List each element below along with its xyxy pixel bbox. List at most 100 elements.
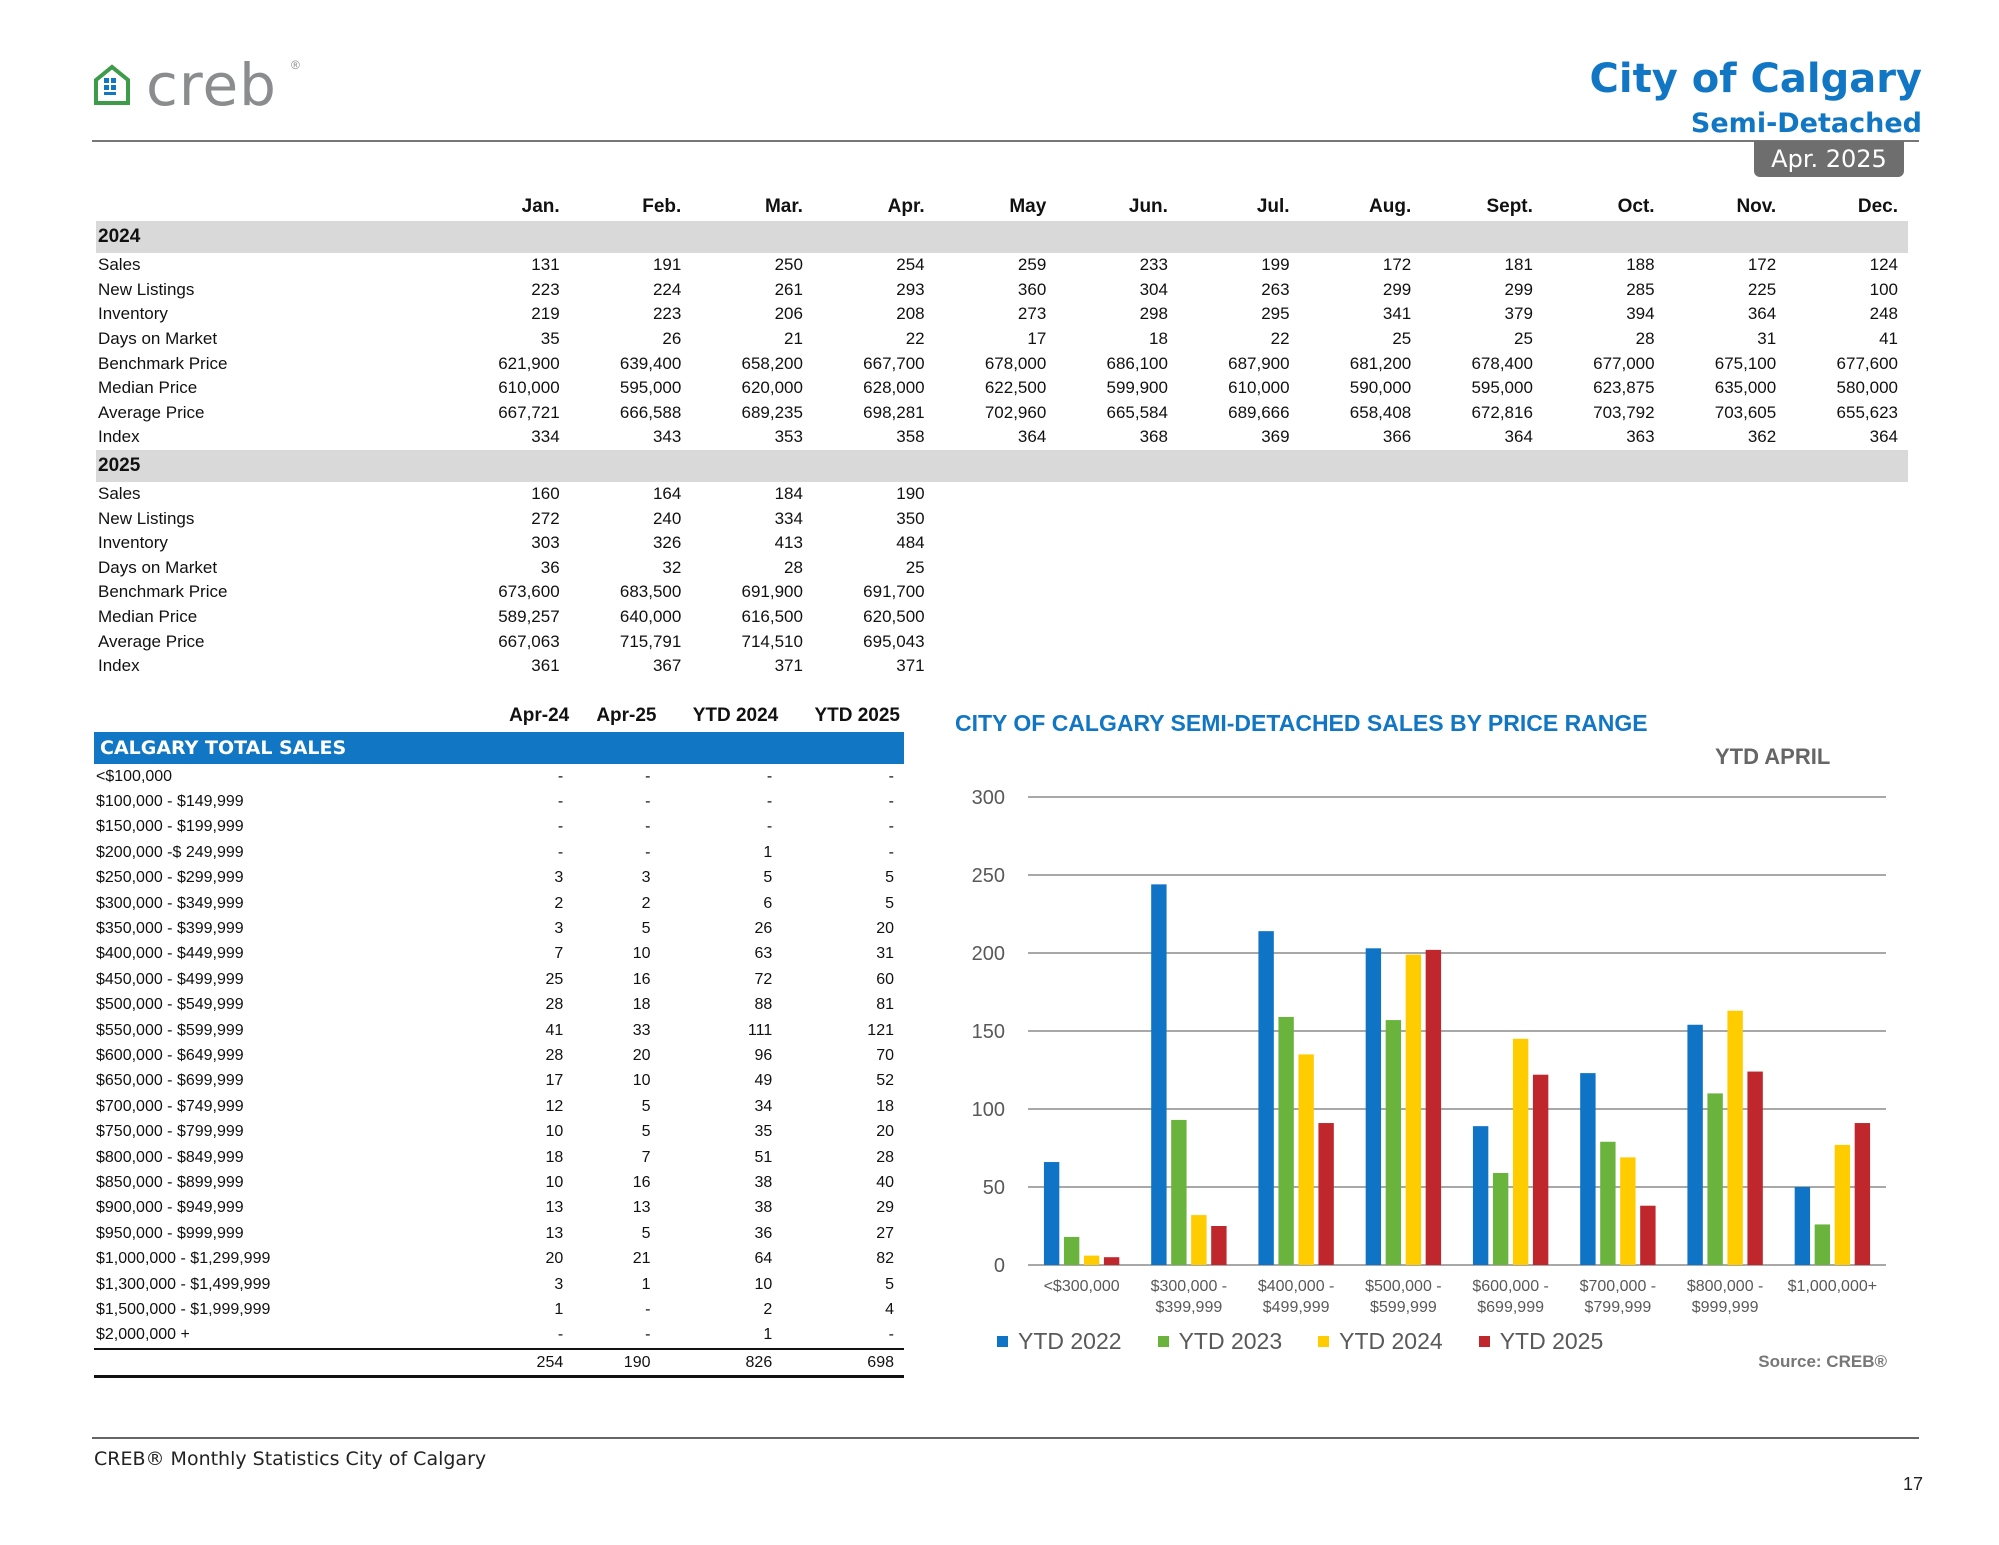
month-header: Sept. <box>1486 196 1533 217</box>
legend-label: YTD 2023 <box>1178 1328 1283 1354</box>
table-cell <box>1665 531 1787 556</box>
price-range-label: $550,000 - $599,999 <box>96 1021 244 1039</box>
bar-ytd-2023-cat-3 <box>1385 1020 1402 1265</box>
table-cell <box>1421 605 1543 630</box>
table-cell: 36 <box>754 1224 773 1242</box>
table-cell <box>1543 482 1665 507</box>
bar-ytd-2025-cat-0 <box>1103 1257 1120 1265</box>
table-cell: 28 <box>784 557 803 577</box>
table-cell: 20 <box>632 1046 651 1064</box>
table-cell <box>1421 580 1543 605</box>
table-cell: 304 <box>1139 279 1168 299</box>
table-cell: 698,281 <box>863 402 925 422</box>
header-divider <box>92 140 1919 142</box>
table-cell: 63 <box>754 945 773 963</box>
table-cell: - <box>888 1326 894 1344</box>
table-cell <box>935 629 1057 654</box>
x-tick-label: <$300,000 <box>1044 1278 1120 1295</box>
table-cell: 595,000 <box>1471 378 1533 398</box>
table-cell: 3 <box>554 1275 564 1293</box>
bar-ytd-2025-cat-6 <box>1747 1071 1763 1265</box>
table-cell <box>1421 556 1543 581</box>
page-title: City of Calgary <box>1589 56 1922 102</box>
table-row: Average Price 667,721 666,588 689,235 698,28… <box>96 401 1908 426</box>
month-header: Nov. <box>1736 196 1777 217</box>
table-row: Average Price 667,063 715,791 714,510 695,04… <box>96 629 1908 654</box>
table-cell <box>935 506 1057 531</box>
bar-ytd-2024-cat-7 <box>1834 1144 1851 1265</box>
table-cell: 64 <box>754 1250 773 1268</box>
table-cell <box>935 531 1057 556</box>
chart-source: Source: CREB® <box>1758 1352 1887 1371</box>
table-cell: 28 <box>876 1148 894 1166</box>
table-cell: 358 <box>896 427 925 447</box>
table-cell: 233 <box>1139 255 1168 275</box>
sales-by-price-range-chart: 0 50 100 150 200 250 300 <$300,000 $300,000 - $39… <box>972 787 1886 1316</box>
table-cell: 371 <box>896 656 925 676</box>
table-cell <box>1786 482 1908 507</box>
table-cell: 51 <box>754 1148 773 1166</box>
table-cell: - <box>645 1300 651 1318</box>
table-cell: 658,200 <box>741 353 803 373</box>
table-cell: 17 <box>1027 329 1047 349</box>
metric-label: Sales <box>98 484 141 504</box>
price-range-label: $450,000 - $499,999 <box>96 970 244 988</box>
table-cell: 362 <box>1747 427 1777 447</box>
table-cell: 124 <box>1869 255 1898 275</box>
table-cell: 21 <box>632 1250 651 1268</box>
sales-by-price-range-table: Apr-24 Apr-25 YTD 2024 YTD 2025 CALGARY TOT… <box>94 700 904 1379</box>
table-cell: 225 <box>1747 279 1777 299</box>
table-cell: 5 <box>763 869 773 887</box>
legend-item: YTD 2024 <box>1318 1328 1443 1355</box>
table-cell: 689,235 <box>741 402 803 422</box>
table-cell: 96 <box>754 1046 773 1064</box>
month-header: Dec. <box>1857 196 1898 217</box>
table-cell <box>1056 605 1178 630</box>
table-cell: 667,721 <box>498 402 560 422</box>
metric-label: Average Price <box>98 402 205 422</box>
table-cell <box>1421 506 1543 531</box>
table-cell: 254 <box>896 255 925 275</box>
table-cell: 261 <box>774 279 803 299</box>
table-cell: 250 <box>774 255 803 275</box>
table-cell: 363 <box>1626 427 1655 447</box>
table-cell: 703,792 <box>1593 402 1655 422</box>
table-cell: 379 <box>1504 304 1533 324</box>
table-cell: 675,100 <box>1714 353 1777 373</box>
table-cell <box>1665 629 1787 654</box>
table-row: $250,000 - $299,999 3 3 5 5 <box>94 866 904 891</box>
table-cell: 702,960 <box>984 402 1047 422</box>
table-cell: 33 <box>632 1021 651 1039</box>
table-cell: 4 <box>885 1300 894 1318</box>
legend-item: YTD 2023 <box>1157 1328 1283 1355</box>
table-cell: 18 <box>1149 329 1168 349</box>
section-title: CALGARY TOTAL SALES <box>94 732 904 764</box>
price-range-label: $350,000 - $399,999 <box>96 920 244 938</box>
table-cell: 26 <box>754 920 773 938</box>
table-row: Benchmark Price 673,600 683,500 691,900 691,… <box>96 580 1908 605</box>
legend-label: YTD 2025 <box>1499 1328 1604 1354</box>
table-cell: 687,900 <box>1228 353 1290 373</box>
table-cell: - <box>557 767 564 785</box>
table-cell <box>935 482 1057 507</box>
year-label: 2024 <box>96 221 1908 253</box>
table-cell: - <box>888 793 894 811</box>
table-cell: - <box>645 1326 651 1344</box>
table-row: $300,000 - $349,999 2 2 6 5 <box>94 891 904 916</box>
metric-label: Inventory <box>98 533 168 553</box>
price-range-label: $150,000 - $199,999 <box>96 818 244 836</box>
table-cell: 22 <box>905 329 925 349</box>
table-cell: 88 <box>754 996 773 1014</box>
table-cell: 81 <box>876 996 894 1014</box>
month-header: Jul. <box>1256 196 1290 217</box>
table-cell <box>1665 605 1787 630</box>
y-tick-label: 50 <box>983 1177 1005 1199</box>
price-range-label: $1,000,000 - $1,299,999 <box>96 1250 271 1268</box>
table-row: $650,000 - $699,999 17 10 49 52 <box>94 1069 904 1094</box>
price-range-label: $1,300,000 - $1,499,999 <box>96 1275 271 1293</box>
table-cell: 172 <box>1747 255 1777 275</box>
total-cell: 826 <box>660 1347 783 1379</box>
x-tick-label: $699,999 <box>1477 1299 1544 1316</box>
table-cell: 10 <box>545 1173 564 1191</box>
table-cell: 368 <box>1139 427 1168 447</box>
